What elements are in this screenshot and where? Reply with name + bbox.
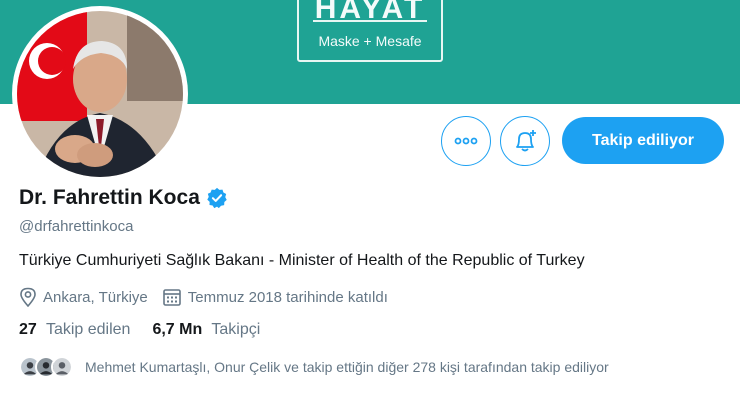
profile-handle: @drfahrettinkoca	[19, 218, 134, 235]
bell-plus-icon	[516, 130, 536, 152]
banner-title: HAYAT	[314, 0, 426, 25]
following-stat-link[interactable]: 27 Takip edilen	[19, 321, 130, 339]
more-dots-icon	[454, 137, 478, 145]
location-item: Ankara, Türkiye	[19, 287, 148, 307]
followers-label: Takipçi	[211, 321, 261, 338]
more-button[interactable]	[441, 116, 491, 166]
profile-meta: Ankara, Türkiye Temmuz 2018 tarihinde ka…	[19, 287, 402, 307]
banner-logo-box: HAYAT Maske + Mesafe	[297, 0, 443, 62]
following-label: Takip edilen	[45, 321, 131, 338]
calendar-icon	[162, 289, 181, 306]
known-followers-avatars	[19, 356, 73, 378]
location-pin-icon	[20, 287, 36, 307]
joined-text: Temmuz 2018 tarihinde katıldı	[187, 288, 388, 306]
following-button[interactable]: Takip ediliyor	[562, 117, 724, 164]
notifications-button[interactable]	[500, 116, 550, 166]
joined-item: Temmuz 2018 tarihinde katıldı	[162, 287, 388, 307]
profile-stats: 27 Takip edilen 6,7 Mn Takipçi	[19, 321, 282, 339]
profile-name: Dr. Fahrettin Koca	[19, 186, 200, 209]
avatar-photo	[17, 11, 183, 177]
location-text: Ankara, Türkiye	[43, 288, 148, 306]
name-row: Dr. Fahrettin Koca	[19, 186, 228, 210]
profile-avatar[interactable]	[12, 6, 188, 182]
banner-divider	[313, 20, 427, 22]
followers-count: 6,7 Mn	[152, 321, 203, 338]
known-followers-text: Mehmet Kumartaşlı, Onur Çelik ve takip e…	[85, 359, 609, 375]
profile-bio: Türkiye Cumhuriyeti Sağlık Bakanı - Mini…	[19, 252, 585, 269]
banner-subtitle: Maske + Mesafe	[318, 33, 422, 49]
verified-badge-icon	[207, 187, 227, 209]
following-count: 27	[19, 321, 37, 338]
avatar	[51, 356, 73, 378]
known-followers-link[interactable]: Mehmet Kumartaşlı, Onur Çelik ve takip e…	[19, 356, 609, 378]
followers-stat-link[interactable]: 6,7 Mn Takipçi	[152, 321, 260, 339]
